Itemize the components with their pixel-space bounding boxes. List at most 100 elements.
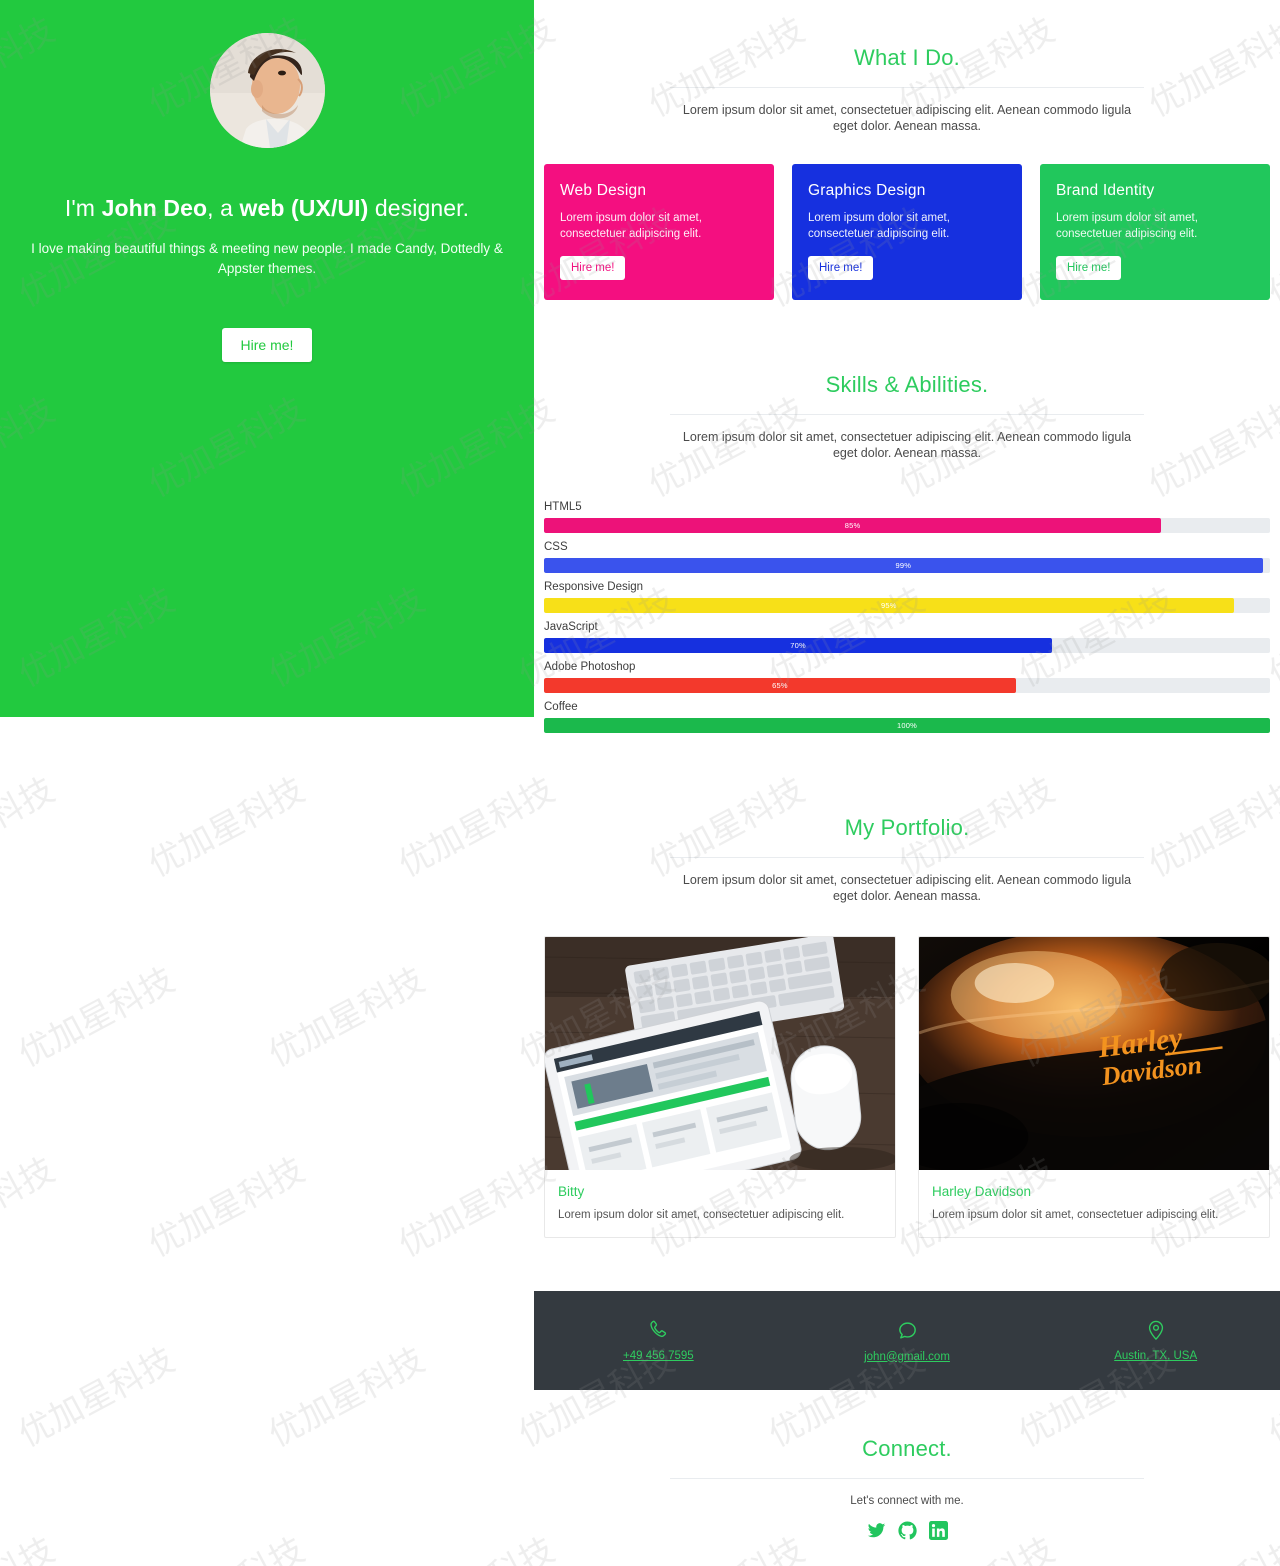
social-links — [534, 1521, 1280, 1540]
contact-location[interactable]: Austin, TX, USA — [1031, 1291, 1280, 1390]
service-cards: Web Design Lorem ipsum dolor sit amet, c… — [534, 164, 1280, 300]
social-link-github[interactable] — [897, 1521, 917, 1540]
skill-progress-fill: 100% — [544, 718, 1270, 733]
skill-progress-track: 65% — [544, 678, 1270, 693]
portfolio-card-bitty[interactable]: Bitty Lorem ipsum dolor sit amet, consec… — [544, 936, 896, 1238]
watermark-text: 优加星科技 — [262, 1340, 432, 1456]
skill-progress-fill: 99% — [544, 558, 1263, 573]
skill-row: Coffee 100% — [544, 701, 1270, 733]
harley-davidson-tank-photo: Harley Davidson — [919, 937, 1269, 1170]
contact-email-value: john@gmail.com — [864, 1350, 950, 1363]
service-card-text: Lorem ipsum dolor sit amet, consectetuer… — [808, 212, 950, 240]
what-i-do-description: Lorem ipsum dolor sit amet, consectetuer… — [682, 103, 1132, 133]
skills-header: Skills & Abilities. Lorem ipsum dolor si… — [534, 372, 1280, 461]
portfolio-card-text: Lorem ipsum dolor sit amet, consectetuer… — [932, 1209, 1219, 1221]
hero-name: John Deo — [101, 195, 208, 221]
skill-row: CSS 99% — [544, 541, 1270, 573]
portfolio-page: I'm John Deo, a web (UX/UI) designer. I … — [0, 0, 1280, 1566]
skill-progress-value: 95% — [881, 601, 897, 610]
service-card-text: Lorem ipsum dolor sit amet, consectetuer… — [1056, 212, 1198, 240]
skill-label: CSS — [544, 541, 568, 553]
service-card-graphics-design[interactable]: Graphics Design Lorem ipsum dolor sit am… — [792, 164, 1022, 300]
avatar — [209, 33, 325, 148]
watermark-text: 优加星科技 — [12, 960, 182, 1076]
portfolio-header: My Portfolio. Lorem ipsum dolor sit amet… — [534, 815, 1280, 904]
skill-progress-track: 99% — [544, 558, 1270, 573]
portfolio-card-title: Bitty — [558, 1184, 585, 1199]
watermark-text: 优加星科技 — [262, 960, 432, 1076]
phone-icon — [650, 1320, 667, 1338]
watermark-text: 优加星科技 — [0, 1523, 62, 1566]
service-card-brand-identity[interactable]: Brand Identity Lorem ipsum dolor sit ame… — [1040, 164, 1270, 300]
contact-email[interactable]: john@gmail.com — [783, 1291, 1032, 1390]
hero-role: web (UX/UI) — [239, 195, 369, 221]
service-card-title: Graphics Design — [808, 182, 926, 199]
skill-row: JavaScript 70% — [544, 621, 1270, 653]
skill-label: Responsive Design — [544, 581, 644, 593]
portfolio-section: My Portfolio. Lorem ipsum dolor sit amet… — [534, 815, 1280, 1238]
portfolio-title: My Portfolio. — [844, 815, 970, 840]
service-card-title: Web Design — [560, 182, 647, 199]
skill-progress-fill: 85% — [544, 518, 1162, 533]
service-card-web-design[interactable]: Web Design Lorem ipsum dolor sit amet, c… — [544, 164, 774, 300]
hero-greeting-mid: , a — [207, 195, 240, 221]
skill-progress-value: 100% — [897, 721, 917, 730]
skill-progress-value: 65% — [772, 681, 788, 690]
portfolio-card-text: Lorem ipsum dolor sit amet, consectetuer… — [558, 1209, 845, 1221]
connect-note: Let's connect with me. — [850, 1495, 964, 1507]
hero-panel: I'm John Deo, a web (UX/UI) designer. I … — [0, 0, 534, 717]
service-card-text: Lorem ipsum dolor sit amet, consectetuer… — [560, 212, 702, 240]
twitter-icon — [867, 1523, 885, 1538]
skills-title: Skills & Abilities. — [825, 372, 989, 397]
service-hire-me-button[interactable]: Hire me! — [808, 256, 874, 280]
skill-label: Adobe Photoshop — [544, 661, 636, 673]
section-divider — [670, 414, 1144, 415]
social-link-linkedin[interactable] — [928, 1521, 948, 1540]
contact-location-value: Austin, TX, USA — [1114, 1350, 1198, 1362]
skill-progress-fill: 65% — [544, 678, 1016, 693]
skill-row: Adobe Photoshop 65% — [544, 661, 1270, 693]
watermark-text: 优加星科技 — [12, 1340, 182, 1456]
avatar-photo — [209, 33, 325, 148]
right-column: What I Do. Lorem ipsum dolor sit amet, c… — [534, 0, 1280, 1566]
skill-progress-fill: 70% — [544, 638, 1053, 653]
skill-progress-track: 70% — [544, 638, 1270, 653]
watermark-text: 优加星科技 — [138, 1523, 311, 1566]
skill-progress-track: 85% — [544, 518, 1270, 533]
service-hire-me-button[interactable]: Hire me! — [1056, 256, 1122, 280]
linkedin-icon — [928, 1521, 948, 1540]
message-icon — [898, 1321, 916, 1339]
portfolio-card-body: Harley Davidson Lorem ipsum dolor sit am… — [919, 1170, 1269, 1237]
skill-row: HTML5 85% — [544, 501, 1270, 533]
service-hire-me-button[interactable]: Hire me! — [560, 256, 626, 280]
section-divider — [670, 87, 1144, 88]
skill-label: Coffee — [544, 701, 578, 713]
portfolio-card-harley-davidson[interactable]: Harley Davidson Harley Davidson Lorem ip… — [918, 936, 1270, 1238]
skills-section: Skills & Abilities. Lorem ipsum dolor si… — [534, 372, 1280, 733]
hero-hire-me-button[interactable]: Hire me! — [221, 328, 313, 362]
social-link-twitter[interactable] — [867, 1521, 886, 1540]
watermark-text: 优加星科技 — [0, 1150, 62, 1266]
skill-progress-track: 100% — [544, 718, 1270, 733]
contact-phone[interactable]: +49 456 7595 — [534, 1291, 783, 1390]
skill-progress-value: 99% — [895, 561, 912, 570]
connect-section: Connect. Let's connect with me. — [534, 1436, 1280, 1566]
what-i-do-title: What I Do. — [854, 45, 960, 70]
portfolio-card-title: Harley Davidson — [932, 1184, 1032, 1199]
contact-bar: +49 456 7595 john@gmail.com Austin, TX, … — [534, 1291, 1280, 1390]
skill-progress-value: 70% — [790, 641, 806, 650]
skill-label: HTML5 — [544, 501, 582, 513]
what-i-do-header: What I Do. Lorem ipsum dolor sit amet, c… — [534, 45, 1280, 134]
skill-label: JavaScript — [544, 621, 598, 633]
skills-list: HTML5 85% CSS 99% Responsive Design 95% JavaSc… — [534, 501, 1280, 733]
skill-progress-fill: 95% — [544, 598, 1234, 613]
what-i-do-section: What I Do. Lorem ipsum dolor sit amet, c… — [534, 0, 1280, 300]
watermark-text: 优加星科技 — [0, 770, 62, 886]
hero-greeting-prefix: I'm — [64, 195, 102, 221]
watermark-text: 优加星科技 — [142, 1150, 312, 1266]
tablet-keyboard-mouse-photo — [545, 937, 895, 1170]
hero-bio: I love making beautiful things & meeting… — [31, 241, 503, 276]
github-icon — [897, 1521, 917, 1540]
section-divider — [670, 1478, 1144, 1479]
section-divider — [670, 857, 1144, 858]
